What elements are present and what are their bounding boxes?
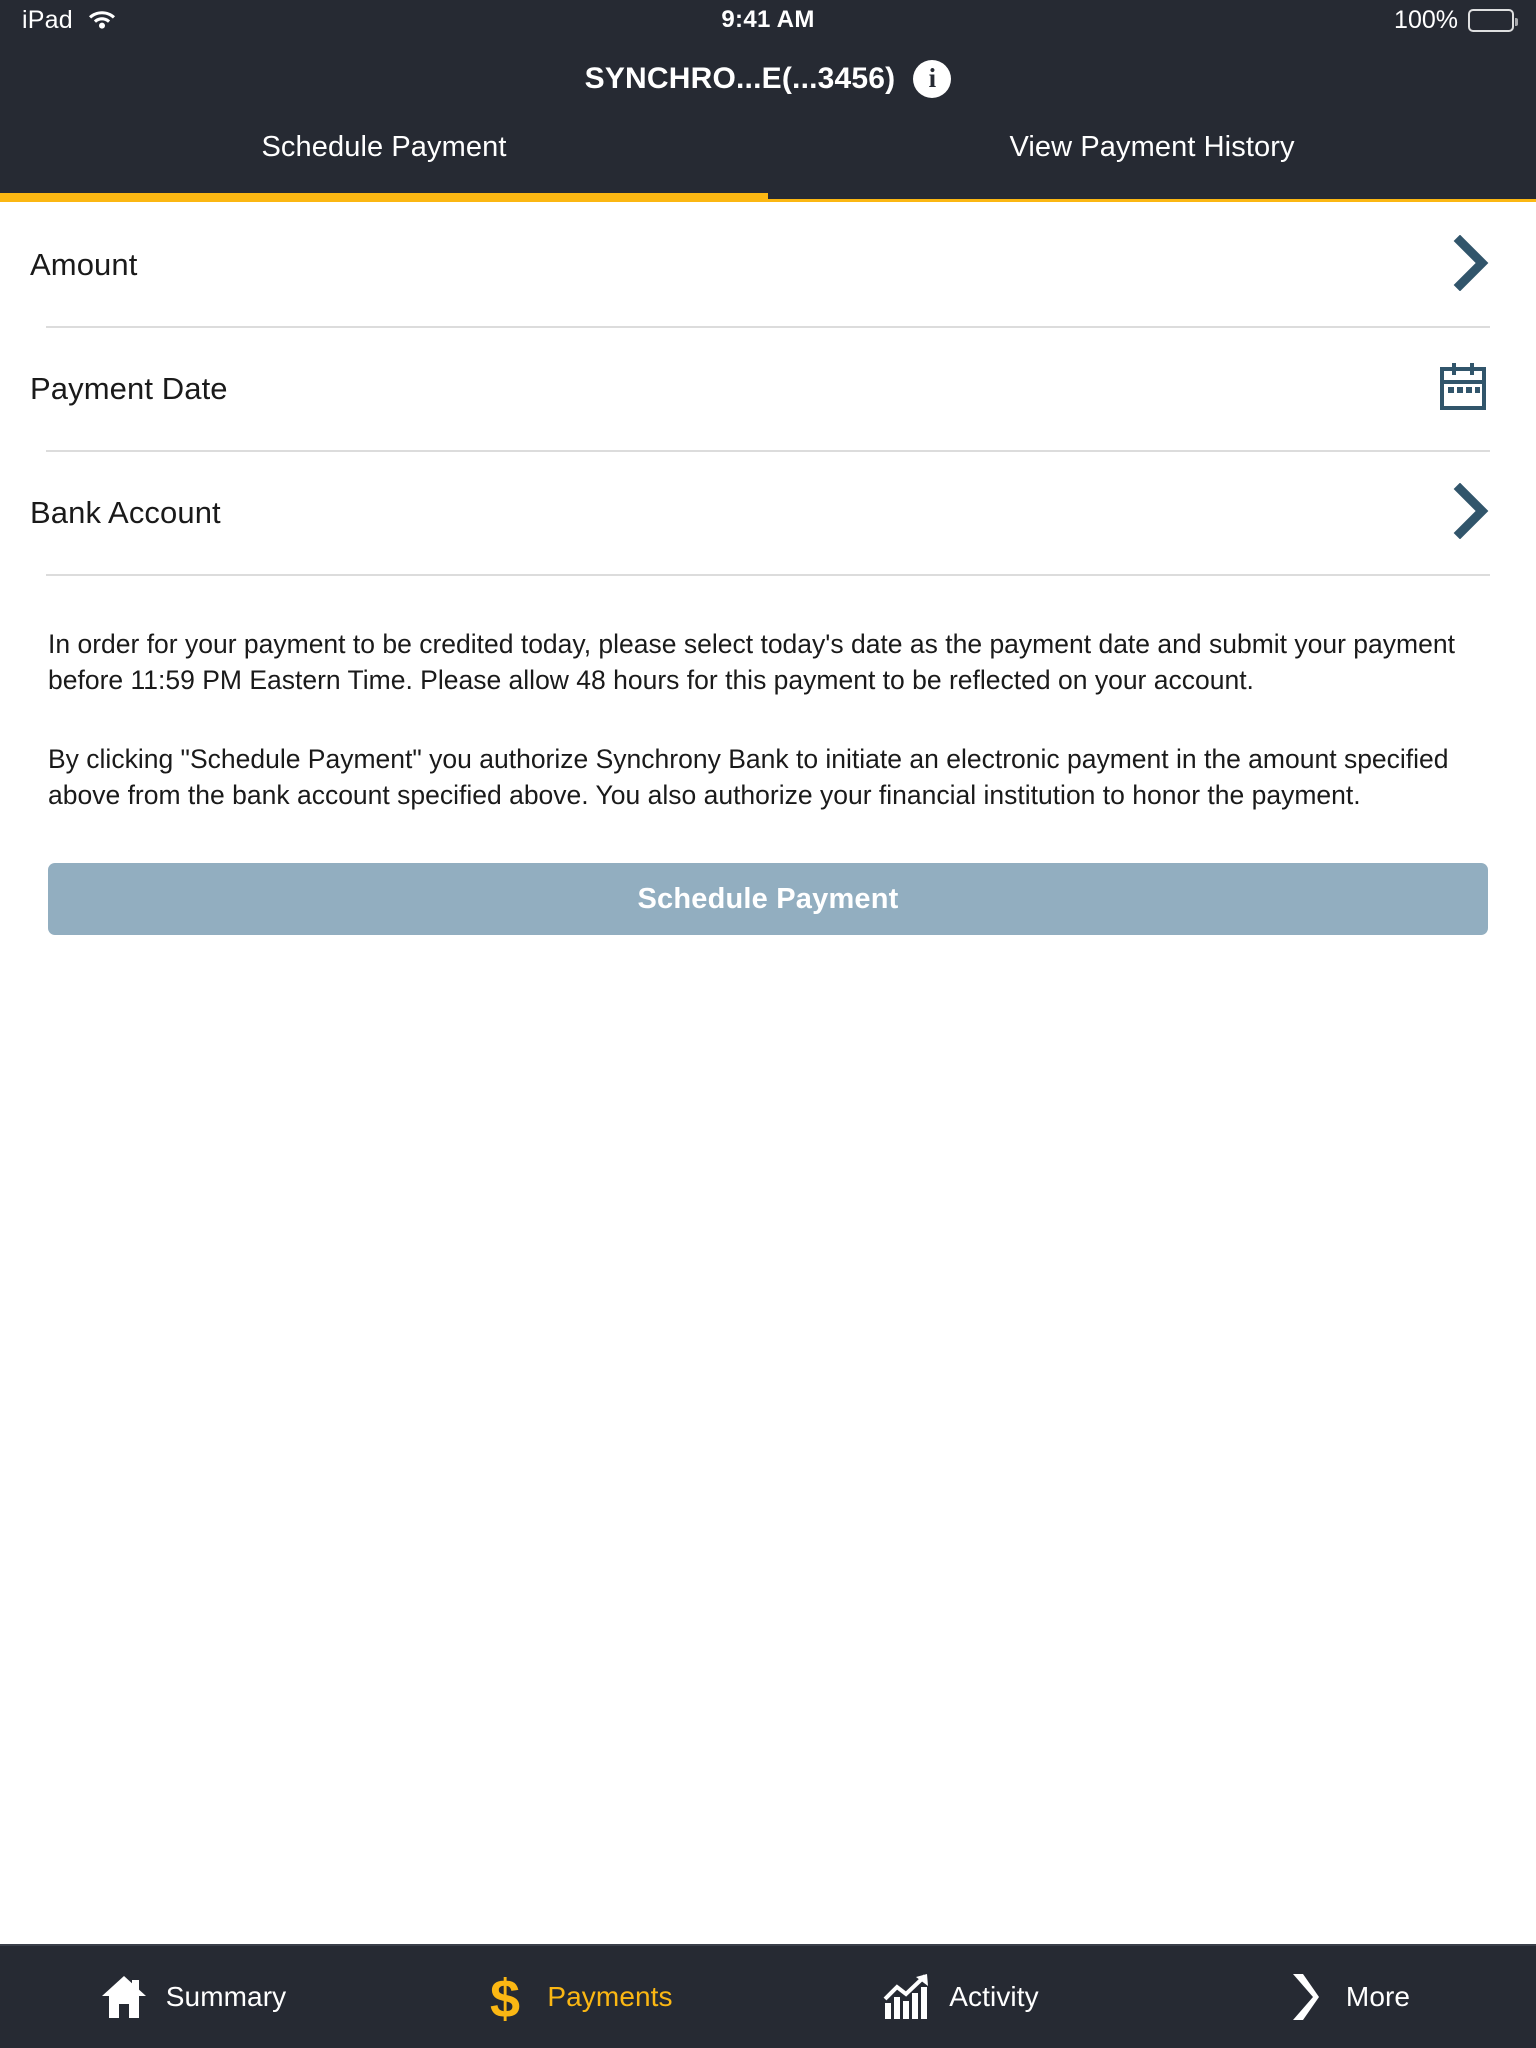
primary-button-container: Schedule Payment xyxy=(0,813,1536,936)
payment-form-rows: Amount Payment Date Bank Account xyxy=(0,204,1536,576)
schedule-payment-button[interactable]: Schedule Payment xyxy=(48,863,1488,936)
form-row-bank-account[interactable]: Bank Account xyxy=(0,452,1536,574)
tab-schedule-payment[interactable]: Schedule Payment xyxy=(0,117,768,202)
bottom-nav-label: Activity xyxy=(949,1981,1039,2012)
main-content: Amount Payment Date Bank Account In orde… xyxy=(0,202,1536,1944)
status-bar-left: iPad xyxy=(22,6,117,35)
form-row-amount[interactable]: Amount xyxy=(0,204,1536,326)
chart-icon xyxy=(881,1971,933,2023)
bottom-nav-summary[interactable]: Summary xyxy=(0,1946,384,2048)
disclosure-paragraph-credit-timing: In order for your payment to be credited… xyxy=(48,629,1455,696)
calendar-icon[interactable] xyxy=(1436,360,1490,419)
bottom-nav-label: Payments xyxy=(547,1981,673,2012)
home-icon xyxy=(98,1971,150,2023)
nav-header: SYNCHRO...E(...3456) i xyxy=(0,40,1536,117)
chevron-right-icon xyxy=(1452,482,1490,544)
tab-label: View Payment History xyxy=(1009,131,1295,163)
bottom-nav-more[interactable]: More xyxy=(1152,1946,1536,2048)
form-row-label: Bank Account xyxy=(30,495,221,530)
device-name: iPad xyxy=(22,5,73,34)
bottom-tab-bar: Summary $ Payments Activity More xyxy=(0,1944,1536,2048)
bottom-nav-payments[interactable]: $ Payments xyxy=(384,1946,768,2048)
svg-text:$: $ xyxy=(490,1970,520,2024)
disclosure-text-block: In order for your payment to be credited… xyxy=(0,576,1536,813)
tab-bar: Schedule Payment View Payment History xyxy=(0,117,1536,202)
form-row-label: Amount xyxy=(30,247,138,282)
status-bar-time: 9:41 AM xyxy=(721,6,815,33)
form-row-accessory xyxy=(1452,482,1490,544)
status-bar-right: 100% xyxy=(1394,5,1518,35)
tab-active-indicator xyxy=(0,193,768,202)
form-row-payment-date[interactable]: Payment Date xyxy=(0,328,1536,450)
chevron-right-icon xyxy=(1452,234,1490,296)
battery-percent: 100% xyxy=(1394,5,1458,34)
status-bar: iPad 9:41 AM 100% xyxy=(0,0,1536,40)
chevron-icon xyxy=(1278,1971,1330,2023)
bottom-nav-label: More xyxy=(1345,1981,1411,2012)
wifi-icon xyxy=(87,7,117,34)
form-row-label: Payment Date xyxy=(30,371,228,406)
tab-label: Schedule Payment xyxy=(261,131,507,163)
form-row-accessory xyxy=(1452,234,1490,296)
bottom-nav-label: Summary xyxy=(165,1981,287,2012)
dollar-icon: $ xyxy=(479,1970,531,2024)
app-screen: iPad 9:41 AM 100% SYNCHRO...E(...3456) i… xyxy=(0,0,1536,2048)
info-icon[interactable]: i xyxy=(913,59,952,98)
form-row-accessory xyxy=(1436,360,1490,419)
battery-icon xyxy=(1468,8,1518,32)
tab-view-payment-history[interactable]: View Payment History xyxy=(768,117,1536,202)
page-title: SYNCHRO...E(...3456) xyxy=(584,61,896,95)
tab-inactive-indicator xyxy=(768,199,1536,202)
disclosure-paragraph-authorization: By clicking "Schedule Payment" you autho… xyxy=(48,743,1449,810)
bottom-nav-activity[interactable]: Activity xyxy=(768,1946,1152,2048)
